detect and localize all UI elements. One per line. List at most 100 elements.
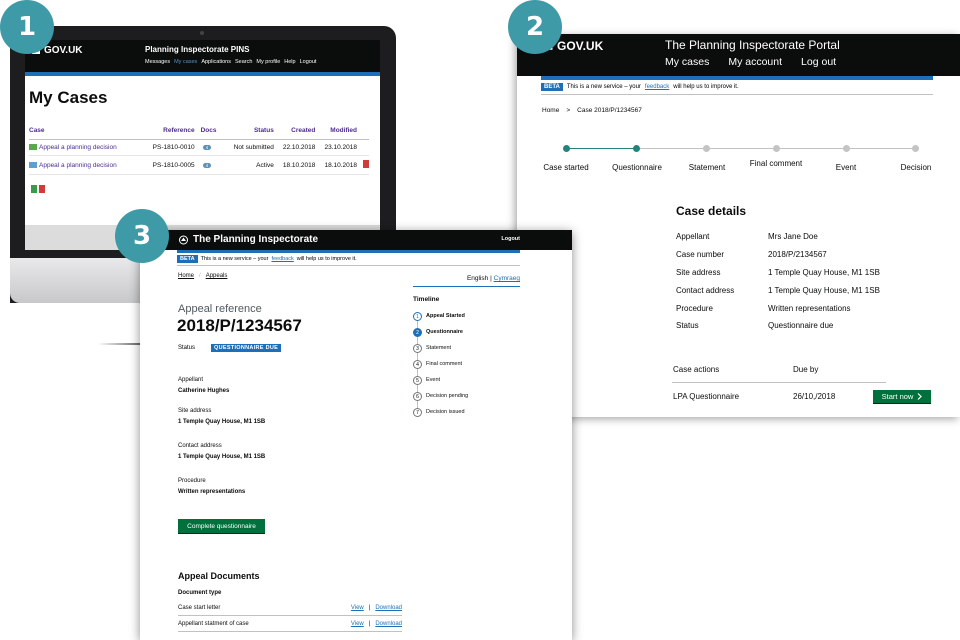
lang-english[interactable]: English (467, 275, 488, 282)
nav-log-out[interactable]: Log out (801, 56, 836, 68)
case-status: Active (222, 155, 274, 175)
document-name: Case start letter (178, 605, 221, 611)
blue-bar (541, 76, 933, 80)
progress-dot (912, 145, 919, 152)
case-reference: PS-1810-0010 (141, 139, 195, 156)
nav-my-cases[interactable]: My cases (665, 56, 709, 68)
detail-label: Contact address (676, 286, 735, 295)
col-status[interactable]: Status (222, 127, 274, 140)
nav-messages[interactable]: Messages (145, 59, 170, 65)
col-modified[interactable]: Modified (315, 127, 357, 140)
crumb-home[interactable]: Home (178, 273, 194, 279)
appellant-value: Catherine Hughes (178, 388, 230, 394)
detail-label: Procedure (676, 304, 713, 313)
progress-label: Case started (543, 163, 589, 172)
timeline-step-label: Final comment (426, 361, 463, 367)
feedback-link[interactable]: feedback (271, 256, 293, 262)
lang-separator: | (490, 275, 492, 282)
detail-value: 1 Temple Quay House, M1 1SB (768, 286, 880, 295)
nav-applications[interactable]: Applications (201, 59, 231, 65)
beta-banner: BETA This is a new service – your feedba… (177, 255, 520, 266)
timeline-step-number: 2 (413, 328, 422, 337)
pdf-icon[interactable] (39, 185, 45, 193)
nav: Messages My cases Applications Search My… (145, 59, 316, 65)
download-link[interactable]: Download (375, 605, 402, 611)
view-link[interactable]: View (351, 621, 364, 627)
timeline-step-number: 3 (413, 344, 422, 353)
detail-label: Site address (676, 268, 721, 277)
crumb-home[interactable]: Home (542, 107, 559, 114)
nav: My cases My account Log out (665, 56, 836, 68)
docs-count[interactable]: 4 (202, 145, 212, 150)
document-row: Case start letter View | Download (178, 605, 402, 616)
case-modified: 23.10.2018 (315, 139, 357, 156)
progress-label: Decision (900, 163, 932, 172)
start-now-button[interactable]: Start now (873, 390, 931, 403)
detail-value: 1 Temple Quay House, M1 1SB (768, 268, 880, 277)
beta-text: This is a new service – your (200, 256, 269, 262)
logo-text: GOV.UK (44, 45, 83, 56)
documents-heading: Appeal Documents (178, 571, 260, 581)
contact-label: Contact address (178, 443, 222, 449)
panel-my-cases: GOV.UK Planning Inspectorate PINS Messag… (25, 40, 380, 250)
nav-my-profile[interactable]: My profile (256, 59, 280, 65)
section-title: Case details (676, 204, 747, 218)
case-reference: PS-1810-0005 (141, 155, 195, 175)
timeline-step-label: Statement (426, 345, 452, 351)
nav-my-cases[interactable]: My cases (174, 59, 197, 65)
col-reference[interactable]: Reference (141, 127, 195, 140)
panel-appeal: The Planning Inspectorate Logout BETA Th… (140, 230, 572, 640)
progress-label: Event (835, 163, 857, 172)
divider (672, 382, 886, 383)
complete-questionnaire-button[interactable]: Complete questionnaire (178, 519, 265, 533)
col-case[interactable]: Case (29, 127, 142, 140)
table-header: Case Reference Docs Status Created Modif… (29, 127, 369, 140)
service-title: Planning Inspectorate PINS (145, 45, 250, 54)
detail-value: Mrs Jane Doe (768, 232, 818, 241)
beta-text-end: will help us to improve it. (673, 84, 739, 90)
progress-dot-done (563, 145, 570, 152)
excel-icon[interactable] (31, 185, 37, 193)
timeline-step-number: 5 (413, 376, 422, 385)
link-separator: | (368, 605, 371, 611)
step-1-badge: 1 (0, 0, 54, 54)
nav-help[interactable]: Help (284, 59, 295, 65)
nav-search[interactable]: Search (235, 59, 252, 65)
feedback-link[interactable]: feedback (645, 84, 669, 90)
actions-header: Case actions (673, 365, 720, 374)
step-2-badge: 2 (508, 0, 562, 54)
case-link[interactable]: Appeal a planning decision (39, 162, 117, 169)
action-name: LPA Questionnaire (673, 392, 740, 401)
blue-bar (25, 72, 380, 76)
case-link[interactable]: Appeal a planning decision (39, 144, 117, 151)
pins-logo[interactable]: The Planning Inspectorate (178, 234, 318, 245)
pdf-icon[interactable] (363, 160, 369, 168)
view-link[interactable]: View (351, 605, 364, 611)
lang-welsh[interactable]: Cymraeg (494, 275, 520, 282)
progress-label: Statement (688, 163, 726, 172)
page-title: 2018/P/1234567 (177, 316, 302, 335)
crumb-separator: > (566, 107, 571, 114)
download-link[interactable]: Download (375, 621, 402, 627)
col-created[interactable]: Created (273, 127, 316, 140)
due-header: Due by (793, 365, 819, 374)
imac-shadow (98, 343, 140, 345)
logout-link[interactable]: Logout (501, 236, 520, 242)
folder-icon (29, 144, 37, 151)
divider (413, 286, 520, 287)
export-icons (31, 185, 45, 193)
timeline-step-label: Event (426, 377, 441, 383)
case-created: 22.10.2018 (273, 139, 316, 156)
timeline-step-label: Decision issued (426, 409, 465, 415)
timeline-step-label: Questionnaire (426, 329, 463, 335)
action-due: 26/10,/2018 (793, 392, 836, 401)
crumb-appeals[interactable]: Appeals (206, 273, 228, 279)
nav-my-account[interactable]: My account (728, 56, 782, 68)
col-docs[interactable]: Docs (194, 127, 223, 140)
case-status: Not submitted (222, 139, 274, 156)
header: The Planning Inspectorate Logout (140, 230, 572, 250)
nav-logout[interactable]: Logout (300, 59, 317, 65)
timeline-step-label: Decision pending (426, 393, 469, 399)
docs-count[interactable]: 4 (202, 162, 212, 168)
header: GOV.UK Planning Inspectorate PINS Messag… (25, 40, 380, 72)
